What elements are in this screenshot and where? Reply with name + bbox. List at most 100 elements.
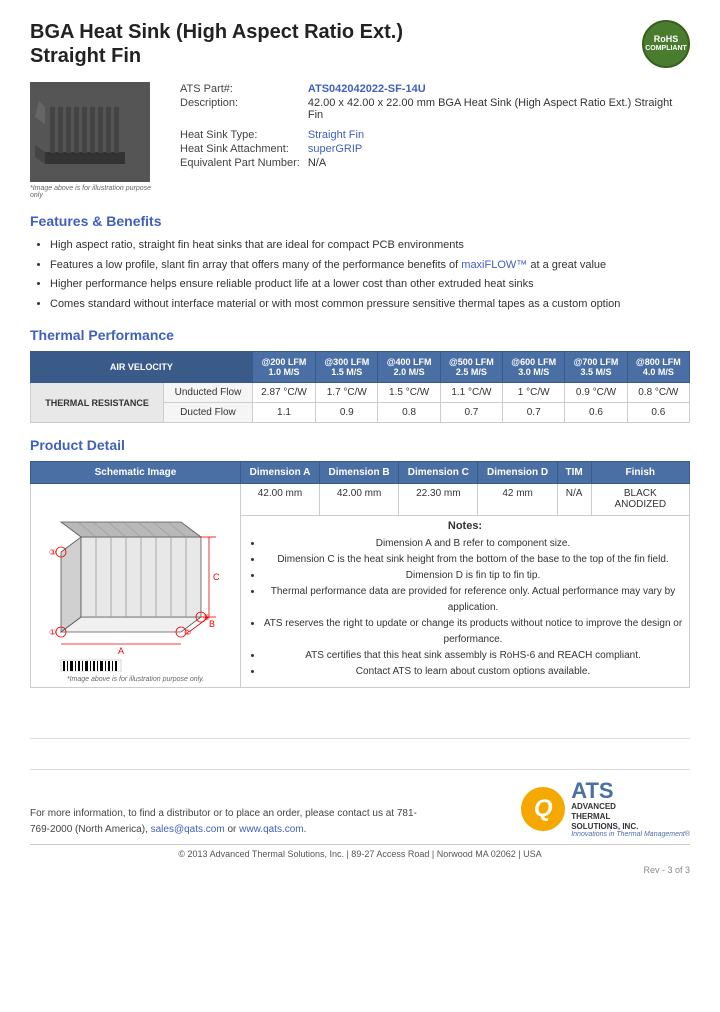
page: BGA Heat Sink (High Aspect Ratio Ext.) S… (0, 0, 720, 895)
svg-text:C: C (213, 572, 220, 582)
ats-logo: Q ATS ADVANCED THERMAL SOLUTIONS, INC. I… (521, 780, 690, 838)
title-line2: Straight Fin (30, 45, 141, 67)
schematic-caption: *Image above is for illustration purpose… (37, 676, 234, 683)
ats-full1: ADVANCED (571, 802, 690, 812)
thermal-table: AIR VELOCITY @200 LFM 1.0 M/S @300 LFM 1… (30, 351, 690, 423)
part-label: ATS Part#: (176, 82, 304, 96)
heatsink-type-value[interactable]: Straight Fin (308, 129, 364, 141)
note-item: ATS certifies that this heat sink assemb… (263, 648, 683, 664)
notes-list: Dimension A and B refer to component siz… (247, 536, 683, 680)
col-header-6: @700 LFM 3.5 M/S (565, 352, 627, 383)
title-line1: BGA Heat Sink (High Aspect Ratio Ext.) (30, 21, 403, 43)
dim-b-value: 42.00 mm (319, 484, 398, 516)
unducted-val-1: 2.87 °C/W (252, 383, 315, 403)
svg-text:A: A (117, 646, 123, 656)
note-item: Dimension A and B refer to component siz… (263, 536, 683, 552)
ats-logo-text: ATS ADVANCED THERMAL SOLUTIONS, INC. Inn… (571, 780, 690, 838)
equivalent-part-row: Equivalent Part Number: N/A (176, 156, 690, 170)
page-number: Rev - 3 of 3 (30, 865, 690, 875)
detail-header-row: Schematic Image Dimension A Dimension B … (31, 462, 690, 484)
feature-item: Higher performance helps ensure reliable… (50, 276, 690, 294)
footer-contact: For more information, to find a distribu… (30, 806, 430, 838)
product-image-container: *Image above is for illustration purpose… (30, 82, 160, 199)
col-header-4: @500 LFM 2.5 M/S (440, 352, 502, 383)
unducted-val-7: 0.8 °C/W (627, 383, 689, 403)
svg-text:②: ② (184, 628, 191, 637)
rohs-badge: RoHS COMPLIANT (642, 20, 690, 68)
heatsink-attachment-value[interactable]: superGRIP (308, 143, 362, 155)
copyright-text: © 2013 Advanced Thermal Solutions, Inc. … (178, 849, 541, 859)
unducted-val-3: 1.5 °C/W (378, 383, 440, 403)
ducted-val-7: 0.6 (627, 403, 689, 423)
note-item: ATS reserves the right to update or chan… (263, 616, 683, 648)
finish-header: Finish (591, 462, 689, 484)
equivalent-part-label: Equivalent Part Number: (176, 156, 304, 170)
svg-text:③: ③ (49, 548, 56, 557)
part-number-value: ATS042042022-SF-14U (304, 82, 690, 96)
product-image-box (30, 82, 150, 182)
schematic-image-header: Schematic Image (31, 462, 241, 484)
header-title: BGA Heat Sink (High Aspect Ratio Ext.) S… (30, 20, 403, 68)
note-item: Dimension C is the heat sink height from… (263, 552, 683, 568)
ducted-val-4: 0.7 (440, 403, 502, 423)
heatsink-type-row: Heat Sink Type: Straight Fin (176, 128, 690, 142)
dim-c-header: Dimension C (399, 462, 478, 484)
ducted-flow-label: Ducted Flow (164, 403, 253, 423)
unducted-val-6: 0.9 °C/W (565, 383, 627, 403)
part-number-row: ATS Part#: ATS042042022-SF-14U (176, 82, 690, 96)
unducted-val-5: 1 °C/W (503, 383, 565, 403)
product-detail-table: Schematic Image Dimension A Dimension B … (30, 461, 690, 688)
note-item: Contact ATS to learn about custom option… (263, 664, 683, 680)
schematic-cell: A B C (31, 484, 241, 688)
description-label: Description: (176, 96, 304, 122)
tim-value: N/A (557, 484, 591, 516)
schematic-svg: A B C (41, 492, 231, 672)
footer-email[interactable]: sales@qats.com (151, 824, 225, 835)
rohs-text: RoHS (654, 35, 679, 45)
footer-copyright: © 2013 Advanced Thermal Solutions, Inc. … (30, 844, 690, 859)
notes-title: Notes: (247, 520, 683, 532)
product-specs: ATS Part#: ATS042042022-SF-14U Descripti… (176, 82, 690, 199)
dimensions-row: A B C (31, 484, 690, 516)
features-heading: Features & Benefits (30, 213, 690, 229)
dim-c-value: 22.30 mm (399, 484, 478, 516)
col-header-3: @400 LFM 2.0 M/S (378, 352, 440, 383)
note-item: Thermal performance data are provided fo… (263, 584, 683, 616)
note-item: Dimension D is fin tip to fin tip. (263, 568, 683, 584)
col-header-7: @800 LFM 4.0 M/S (627, 352, 689, 383)
unducted-flow-row: THERMAL RESISTANCE Unducted Flow 2.87 °C… (31, 383, 690, 403)
dim-a-header: Dimension A (241, 462, 320, 484)
footer-or: or (227, 824, 236, 835)
col-header-1: @200 LFM 1.0 M/S (252, 352, 315, 383)
svg-text:①: ① (49, 628, 56, 637)
footer: For more information, to find a distribu… (30, 769, 690, 838)
header: BGA Heat Sink (High Aspect Ratio Ext.) S… (30, 20, 690, 68)
footer-divider (30, 738, 690, 739)
ducted-val-1: 1.1 (252, 403, 315, 423)
image-caption: *Image above is for illustration purpose… (30, 185, 160, 199)
spec-table: ATS Part#: ATS042042022-SF-14U Descripti… (176, 82, 690, 170)
col-header-5: @600 LFM 3.0 M/S (503, 352, 565, 383)
ducted-val-6: 0.6 (565, 403, 627, 423)
feature-item: Comes standard without interface materia… (50, 296, 690, 314)
product-title: BGA Heat Sink (High Aspect Ratio Ext.) S… (30, 20, 403, 68)
dim-d-header: Dimension D (478, 462, 557, 484)
footer-dot: . (304, 824, 307, 835)
maxiflow-link[interactable]: maxiFLOW™ (461, 259, 527, 271)
description-value: 42.00 x 42.00 x 22.00 mm BGA Heat Sink (… (304, 96, 690, 122)
ats-q-logo: Q (521, 787, 565, 831)
feature-item: High aspect ratio, straight fin heat sin… (50, 237, 690, 255)
features-list: High aspect ratio, straight fin heat sin… (30, 237, 690, 313)
heatsink-attachment-row: Heat Sink Attachment: superGRIP (176, 142, 690, 156)
thermal-heading: Thermal Performance (30, 327, 690, 343)
heatsink-attachment-label: Heat Sink Attachment: (176, 142, 304, 156)
schematic-image-box: A B C (41, 492, 231, 672)
ats-tagline: Innovations in Thermal Management® (571, 831, 690, 838)
tim-header: TIM (557, 462, 591, 484)
footer-website[interactable]: www.qats.com (239, 824, 303, 835)
feature-item: Features a low profile, slant fin array … (50, 257, 690, 275)
ducted-val-5: 0.7 (503, 403, 565, 423)
ats-name: ATS (571, 780, 690, 802)
unducted-val-4: 1.1 °C/W (440, 383, 502, 403)
col-header-2: @300 LFM 1.5 M/S (316, 352, 378, 383)
